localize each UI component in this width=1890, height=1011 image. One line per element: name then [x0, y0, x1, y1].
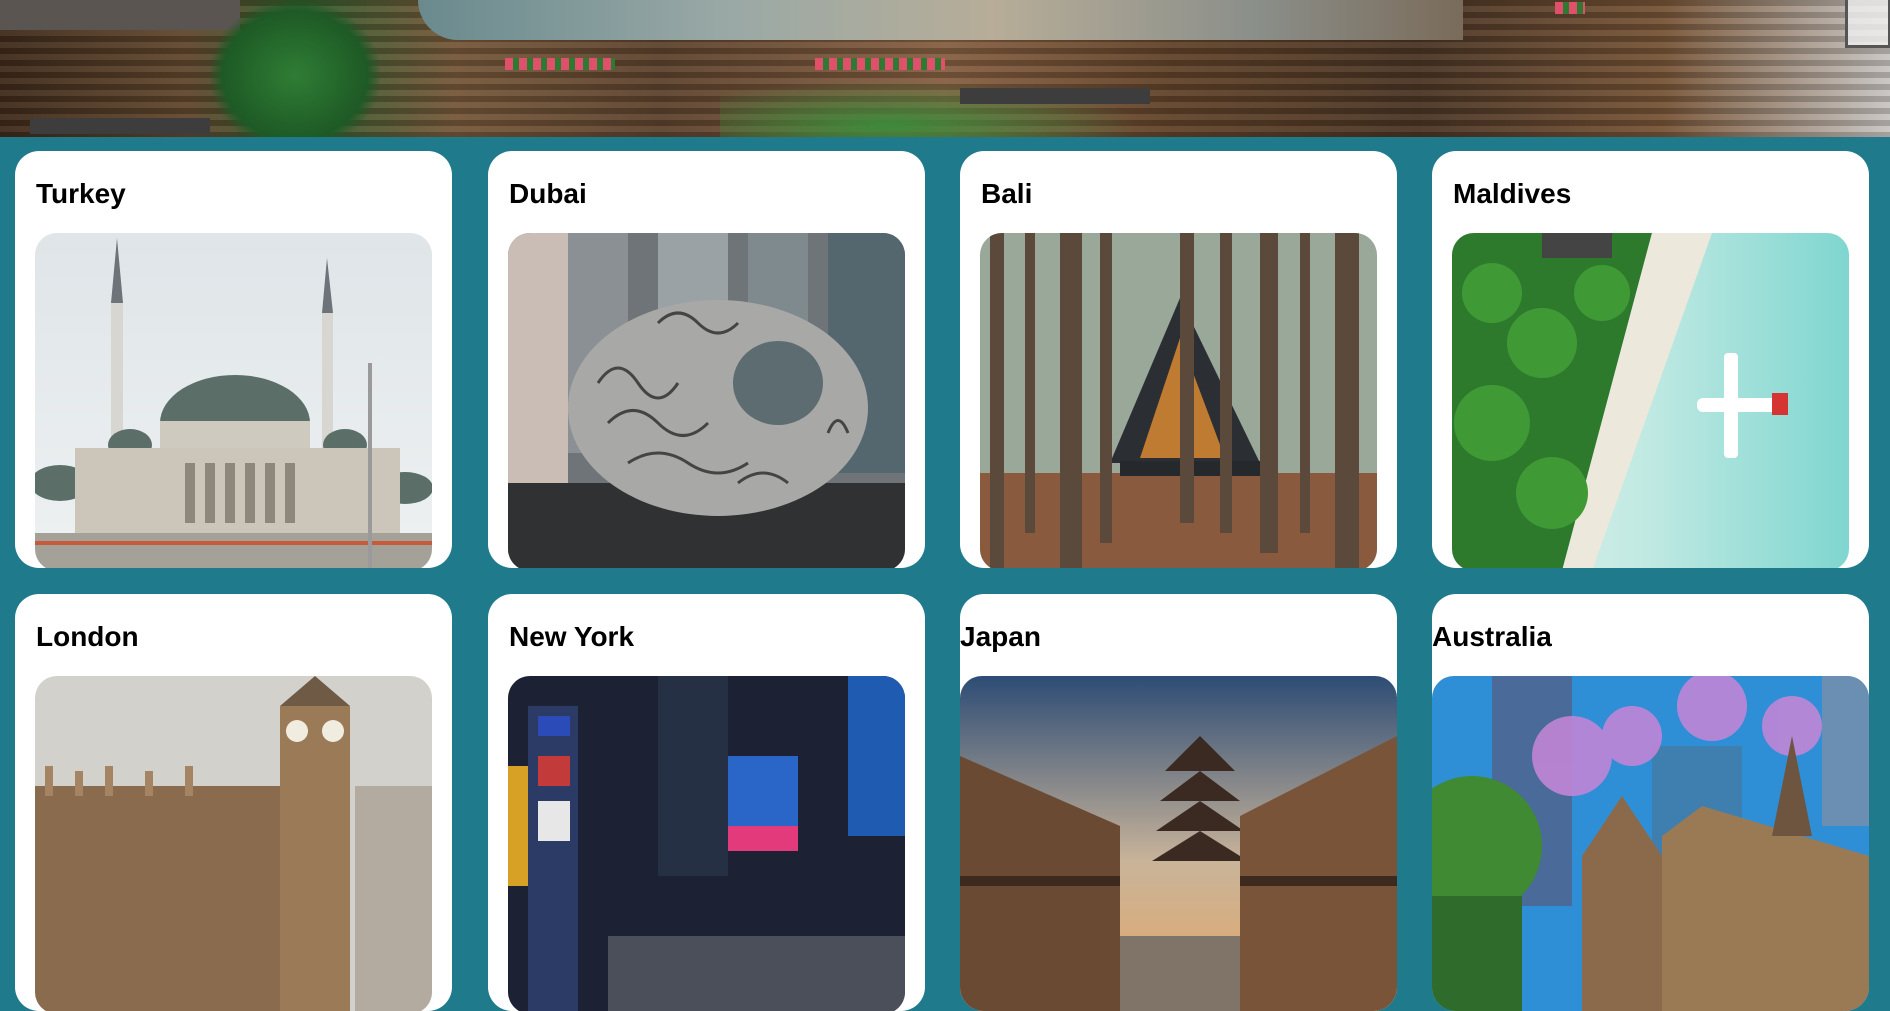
- destination-title: London: [36, 621, 139, 652]
- destination-title: Bali: [981, 178, 1033, 209]
- big-ben-photo: [35, 676, 432, 1011]
- hero-banner-image: [0, 0, 1890, 137]
- destination-title: Dubai: [509, 178, 587, 209]
- destination-title: Maldives: [1453, 178, 1572, 209]
- forest-cabin-photo: [980, 233, 1377, 568]
- destination-title: Australia: [1432, 621, 1552, 652]
- jacaranda-city-photo: [1432, 676, 1869, 1011]
- museum-of-the-future-photo: [508, 233, 905, 568]
- destination-card-maldives[interactable]: Maldives: [1432, 151, 1869, 568]
- destination-card-turkey[interactable]: Turkey: [15, 151, 452, 568]
- destination-card-london[interactable]: London: [15, 594, 452, 1011]
- destination-card-dubai[interactable]: Dubai: [488, 151, 925, 568]
- times-square-photo: [508, 676, 905, 1011]
- beach-seaplane-photo: [1452, 233, 1849, 568]
- destination-title: Japan: [960, 621, 1041, 652]
- destination-card-japan[interactable]: Japan: [960, 594, 1397, 1011]
- pagoda-street-photo: [960, 676, 1397, 1011]
- destination-card-australia[interactable]: Australia: [1432, 594, 1869, 1011]
- mosque-photo: [35, 233, 432, 568]
- destination-card-bali[interactable]: Bali: [960, 151, 1397, 568]
- destination-title: Turkey: [36, 178, 126, 209]
- destination-title: New York: [509, 621, 635, 652]
- destination-card-new-york[interactable]: New York: [488, 594, 925, 1011]
